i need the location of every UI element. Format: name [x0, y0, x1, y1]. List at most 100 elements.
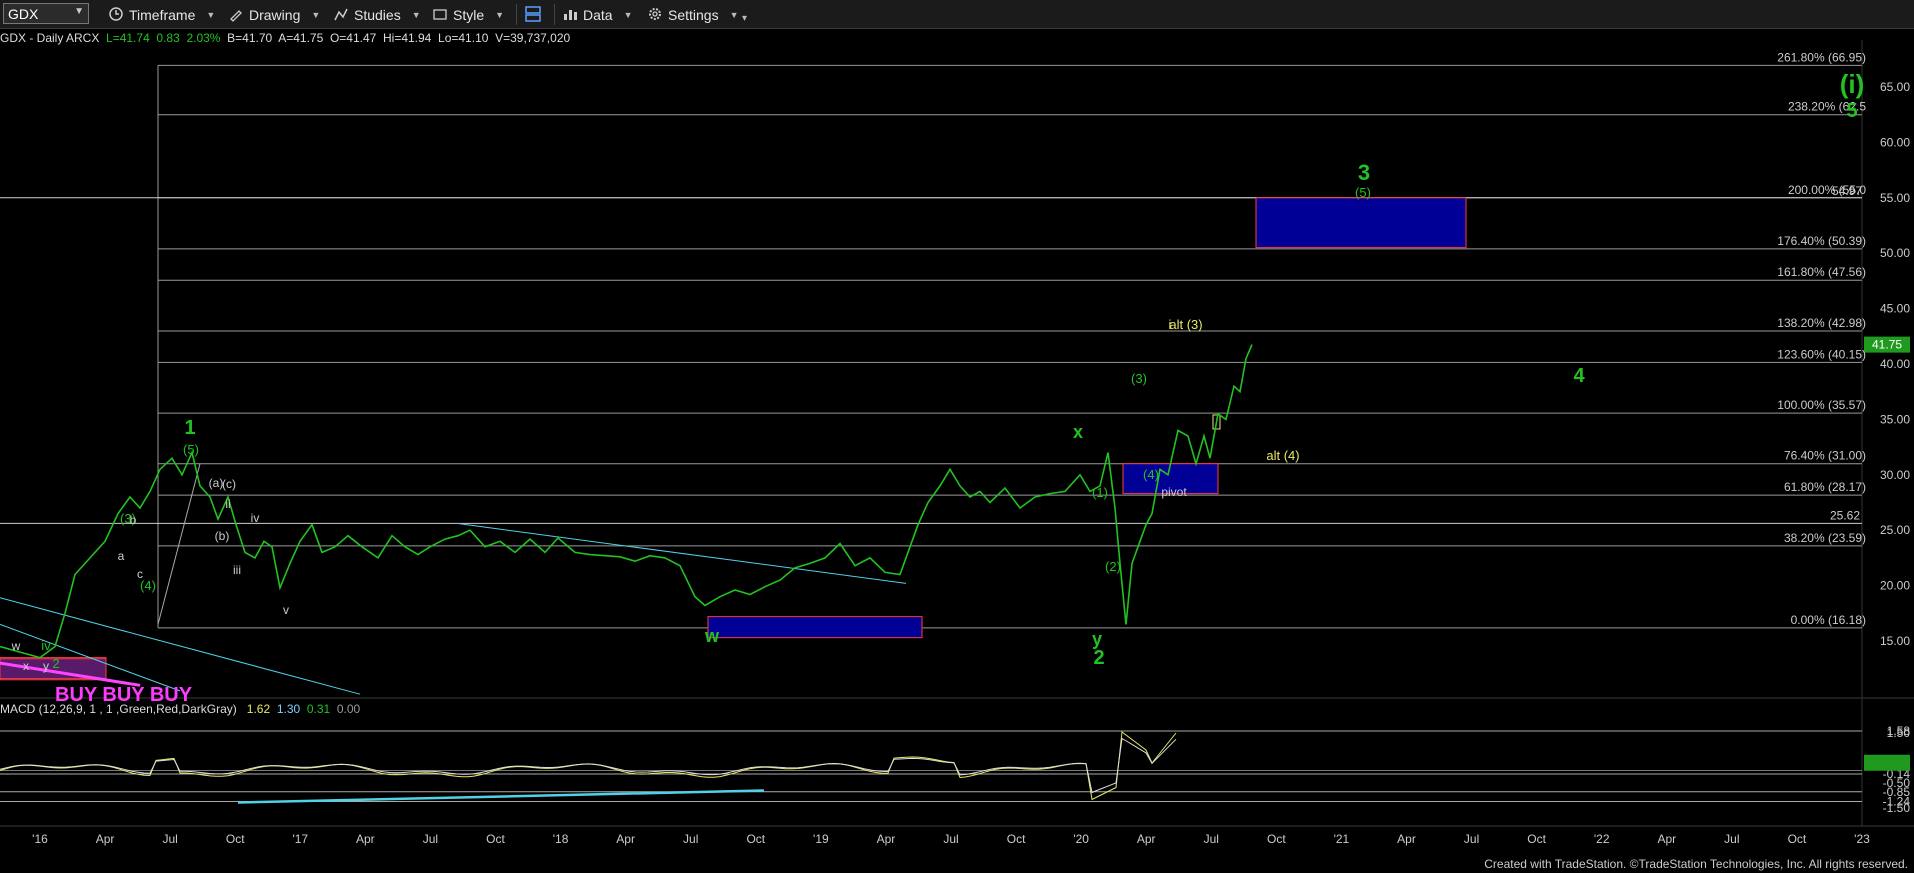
- price-axis-label: 55.00: [1880, 191, 1910, 205]
- time-axis-label: Oct: [486, 832, 505, 846]
- wave-label: v: [283, 603, 289, 617]
- horizontal-line-label: 25.62: [1830, 508, 1860, 522]
- macd-zero-value: 0.00: [336, 702, 361, 716]
- macd-last-tag: [1864, 754, 1910, 771]
- macd-axis-label: -1.50: [1883, 801, 1911, 815]
- time-axis-label: Apr: [877, 832, 896, 846]
- wave-label: (2): [1105, 559, 1121, 574]
- time-axis-label: Oct: [1007, 832, 1026, 846]
- fib-level-label: 76.40% (31.00): [1784, 449, 1866, 463]
- time-axis-label: '17: [292, 832, 308, 846]
- price-axis-label: 35.00: [1880, 412, 1910, 426]
- wave-label: (5): [183, 442, 199, 457]
- wave-label: 2: [1093, 647, 1104, 669]
- price-axis-label: 50.00: [1880, 246, 1910, 260]
- wave-label: (5): [1355, 185, 1371, 200]
- wave-label: x: [23, 659, 29, 673]
- wave-label: pivot: [1161, 485, 1187, 499]
- wave-label: b: [130, 513, 137, 527]
- wave-label: y: [43, 659, 49, 673]
- wave-label: 4: [1573, 365, 1585, 387]
- wave-label: (1): [1092, 485, 1108, 500]
- copyright-footer: Created with TradeStation. ©TradeStation…: [1484, 857, 1908, 871]
- wave-label: 3: [1358, 160, 1370, 185]
- target-box-wave3: [1255, 197, 1467, 249]
- wave-label: y: [1092, 629, 1102, 649]
- time-axis-label: Apr: [1137, 832, 1156, 846]
- price-axis-label: 40.00: [1880, 357, 1910, 371]
- wave-label: (b): [215, 529, 230, 543]
- fib-level-label: 100.00% (35.57): [1777, 398, 1866, 412]
- time-axis-label: Jul: [683, 832, 698, 846]
- fib-level-label: 61.80% (28.17): [1784, 480, 1866, 494]
- wave-label: (i): [1840, 69, 1865, 99]
- trend-line: [157, 463, 201, 625]
- macd-value: 1.62: [246, 702, 271, 716]
- time-axis-label: '21: [1334, 832, 1350, 846]
- time-axis-label: Oct: [746, 832, 765, 846]
- wave-label: 1: [184, 417, 195, 439]
- time-axis-label: Jul: [423, 832, 438, 846]
- wave-label: (3): [1131, 371, 1147, 386]
- macd-trend-line: [237, 789, 765, 804]
- time-axis-label: '19: [813, 832, 829, 846]
- time-axis-label: '23: [1854, 832, 1870, 846]
- macd-study-name: MACD (12,26,9, 1 , 1 ,Green,Red,DarkGray…: [0, 702, 237, 716]
- fib-level-label: 138.20% (42.98): [1777, 316, 1866, 330]
- fib-level-label: 161.80% (47.56): [1777, 265, 1866, 279]
- wave-label: alt (3): [1169, 317, 1202, 332]
- wave-label: w: [704, 626, 720, 646]
- wave-label: 5: [1846, 100, 1857, 122]
- wave-label: iii: [233, 563, 241, 577]
- macd-line: [0, 731, 1177, 801]
- fib-level-label: 261.80% (66.95): [1777, 50, 1866, 64]
- horizontal-line-label: 54.97: [1832, 184, 1862, 198]
- time-axis-label: Apr: [1397, 832, 1416, 846]
- time-axis-label: Jul: [1464, 832, 1479, 846]
- time-axis-label: Oct: [1788, 832, 1807, 846]
- macd-diff-value: 0.31: [306, 702, 331, 716]
- time-axis-label: '16: [32, 832, 48, 846]
- trend-line: [457, 523, 907, 584]
- price-axis-label: 65.00: [1880, 80, 1910, 94]
- price-axis-label: 20.00: [1880, 579, 1910, 593]
- price-axis-label: 30.00: [1880, 468, 1910, 482]
- time-axis-label: Apr: [1657, 832, 1676, 846]
- time-axis-label: '20: [1073, 832, 1089, 846]
- fib-level-label: 123.60% (40.15): [1777, 347, 1866, 361]
- macd-axis-label: 1.50: [1887, 726, 1911, 740]
- fib-level-label: 0.00% (16.18): [1791, 613, 1866, 627]
- macd-signal-value: 1.30: [276, 702, 301, 716]
- price-axis-label: 60.00: [1880, 135, 1910, 149]
- fib-level-label: 38.20% (23.59): [1784, 531, 1866, 545]
- support-box-w: [707, 616, 923, 639]
- time-axis-label: Jul: [943, 832, 958, 846]
- time-axis-label: Apr: [616, 832, 635, 846]
- wave-label: a: [118, 549, 125, 563]
- price-axis-label: 25.00: [1880, 523, 1910, 537]
- time-axis-label: Oct: [226, 832, 245, 846]
- price-chart[interactable]: 65.0060.0055.0050.0045.0040.0035.0030.00…: [0, 0, 1914, 873]
- wave-label: c: [137, 567, 143, 581]
- time-axis-label: '22: [1594, 832, 1610, 846]
- wave-label: (4): [1143, 467, 1159, 482]
- wave-label: w: [11, 639, 21, 653]
- wave-label: 2: [52, 656, 59, 671]
- wave-label: alt (4): [1266, 448, 1299, 463]
- price-series: [0, 344, 1253, 659]
- time-axis-label: Oct: [1267, 832, 1286, 846]
- time-axis-label: Jul: [1724, 832, 1739, 846]
- price-axis-label: 45.00: [1880, 302, 1910, 316]
- wave-label: iv: [41, 638, 51, 653]
- wave-label: iv: [251, 511, 260, 525]
- macd-info-line: MACD (12,26,9, 1 , 1 ,Green,Red,DarkGray…: [0, 702, 360, 716]
- time-axis-label: Apr: [96, 832, 115, 846]
- wave-label: (c): [222, 477, 236, 491]
- wave-label: x: [1073, 422, 1083, 442]
- price-axis-label: 15.00: [1880, 634, 1910, 648]
- time-axis-label: Jul: [162, 832, 177, 846]
- time-axis-label: Apr: [356, 832, 375, 846]
- time-axis-label: Oct: [1527, 832, 1546, 846]
- wave-label: ii: [225, 497, 230, 511]
- time-axis-label: Jul: [1204, 832, 1219, 846]
